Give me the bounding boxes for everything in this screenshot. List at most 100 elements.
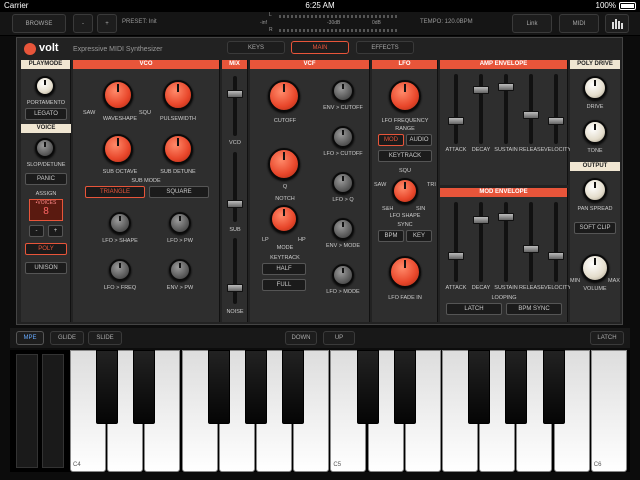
attack-fader-handle[interactable]	[448, 117, 464, 126]
sub-fader-handle[interactable]	[227, 200, 243, 208]
voices-decrement-button[interactable]: -	[29, 225, 44, 237]
black-key[interactable]	[245, 350, 267, 424]
tab-main[interactable]: MAIN	[291, 41, 349, 54]
env-pw-knob[interactable]	[169, 259, 191, 281]
black-key[interactable]	[96, 350, 119, 424]
lfo-q-knob[interactable]	[332, 172, 354, 194]
mode-knob[interactable]	[270, 205, 298, 233]
keytrack-half-button[interactable]: HALF	[262, 263, 306, 275]
decay-fader-handle[interactable]	[473, 86, 489, 95]
lfo-keytrack-button[interactable]: KEYTRACK	[378, 150, 432, 162]
black-key[interactable]	[393, 350, 416, 424]
env-cutoff-knob[interactable]	[332, 80, 354, 102]
sync-key-button[interactable]: KEY	[406, 230, 432, 242]
lfo-mod-button[interactable]: MOD	[378, 134, 404, 146]
octave-up-button[interactable]: UP	[323, 331, 355, 345]
soft-clip-button[interactable]: SOFT CLIP	[574, 222, 616, 234]
white-key[interactable]: C6	[590, 350, 627, 472]
black-key[interactable]	[207, 350, 230, 424]
black-key[interactable]	[282, 350, 305, 424]
mod-strip[interactable]	[42, 354, 64, 468]
tempo-display[interactable]: TEMPO: 120.0BPM	[420, 19, 473, 25]
tab-effects[interactable]: EFFECTS	[356, 41, 414, 54]
vco-fader-handle[interactable]	[227, 90, 243, 98]
bars-icon[interactable]	[605, 14, 629, 33]
sync-bpm-button[interactable]: BPM	[378, 230, 404, 242]
preset-name[interactable]: PRESET: Init	[122, 19, 157, 25]
cutoff-knob[interactable]	[268, 80, 300, 112]
glide-button[interactable]: GLIDE	[50, 331, 84, 345]
sub-triangle-button[interactable]: TRIANGLE	[85, 186, 145, 198]
app-subtitle: Expressive MIDI Synthesizer	[73, 46, 163, 53]
lfo-mode-knob[interactable]	[332, 264, 354, 286]
link-button[interactable]: Link	[512, 14, 552, 33]
sub-octave-knob[interactable]	[103, 134, 133, 164]
browse-button[interactable]: BROWSE	[12, 14, 66, 33]
pitch-strip[interactable]	[16, 354, 38, 468]
portamento-knob[interactable]	[35, 76, 55, 96]
black-key[interactable]	[542, 350, 565, 424]
fader-track	[454, 74, 458, 144]
pulsewidth-knob[interactable]	[163, 80, 193, 110]
black-key[interactable]	[505, 350, 528, 424]
fader-track	[479, 74, 483, 144]
preset-next-button[interactable]: +	[97, 14, 117, 33]
lfo-cutoff-knob[interactable]	[332, 126, 354, 148]
slide-button[interactable]: SLIDE	[88, 331, 122, 345]
tab-keys[interactable]: KEYS	[227, 41, 285, 54]
black-key[interactable]	[468, 350, 491, 424]
lfo-shape-knob[interactable]	[392, 178, 418, 204]
sustain-fader-label: SUSTAIN	[494, 285, 518, 291]
midi-button[interactable]: MIDI	[559, 14, 599, 33]
bpm-sync-loop-button[interactable]: BPM SYNC	[506, 303, 562, 315]
unison-button[interactable]: UNISON	[25, 262, 67, 274]
legato-button[interactable]: LEGATO	[25, 108, 67, 120]
keyboard-toolbar: MPE GLIDE SLIDE DOWN UP LATCH	[10, 328, 630, 348]
tri-shape-label: TRI	[427, 182, 436, 188]
mpe-button[interactable]: MPE	[16, 331, 44, 345]
lfo-shape-knob[interactable]	[109, 212, 131, 234]
drive-knob[interactable]	[583, 76, 607, 100]
mod-envelope-section: MOD ENVELOPE ATTACK DECAY SUSTAIN RELEASE VE…	[440, 188, 572, 322]
sub-detune-knob[interactable]	[163, 134, 193, 164]
slop-detune-knob[interactable]	[35, 138, 55, 158]
waveshape-knob[interactable]	[103, 80, 133, 110]
lfo-audio-button[interactable]: AUDIO	[406, 134, 432, 146]
lfo-frequency-knob[interactable]	[389, 80, 421, 112]
cutoff-label: CUTOFF	[273, 118, 297, 124]
pan-spread-knob[interactable]	[583, 178, 607, 202]
sustain-fader-handle[interactable]	[498, 83, 514, 92]
release-fader-handle[interactable]	[523, 111, 539, 120]
velocity-fader-label: VELOCITY	[544, 285, 572, 291]
volume-knob[interactable]	[581, 254, 609, 282]
portamento-label: PORTAMENTO	[26, 100, 66, 106]
release-fader-handle[interactable]	[523, 245, 539, 254]
q-knob[interactable]	[268, 148, 300, 180]
latch-button[interactable]: LATCH	[590, 331, 624, 345]
preset-prev-button[interactable]: -	[73, 14, 93, 33]
octave-down-button[interactable]: DOWN	[285, 331, 317, 345]
panic-button[interactable]: PANIC	[25, 173, 67, 185]
decay-fader-handle[interactable]	[473, 216, 489, 225]
lfo-fade-in-knob[interactable]	[389, 256, 421, 288]
sustain-fader-handle[interactable]	[498, 212, 514, 221]
attack-fader-handle[interactable]	[448, 252, 464, 261]
black-key[interactable]	[133, 350, 156, 424]
lfo-pw-knob[interactable]	[169, 212, 191, 234]
lfo-freq-knob[interactable]	[109, 259, 131, 281]
black-key[interactable]	[356, 350, 379, 424]
poly-button[interactable]: POLY	[25, 243, 67, 255]
env-mode-knob[interactable]	[332, 218, 354, 240]
meter-right-bar	[279, 29, 399, 32]
sub-square-button[interactable]: SQUARE	[149, 186, 209, 198]
velocity-fader-handle[interactable]	[548, 252, 564, 261]
synth-panel: volt Expressive MIDI Synthesizer KEYS MA…	[16, 37, 623, 325]
velocity-fader-handle[interactable]	[548, 117, 564, 126]
meter-left-bar	[279, 15, 399, 18]
tone-knob[interactable]	[583, 120, 607, 144]
voices-increment-button[interactable]: +	[48, 225, 63, 237]
playmode-title: PLAYMODE	[21, 60, 70, 69]
noise-fader-handle[interactable]	[227, 284, 243, 292]
keytrack-full-button[interactable]: FULL	[262, 279, 306, 291]
latch-loop-button[interactable]: LATCH	[446, 303, 502, 315]
